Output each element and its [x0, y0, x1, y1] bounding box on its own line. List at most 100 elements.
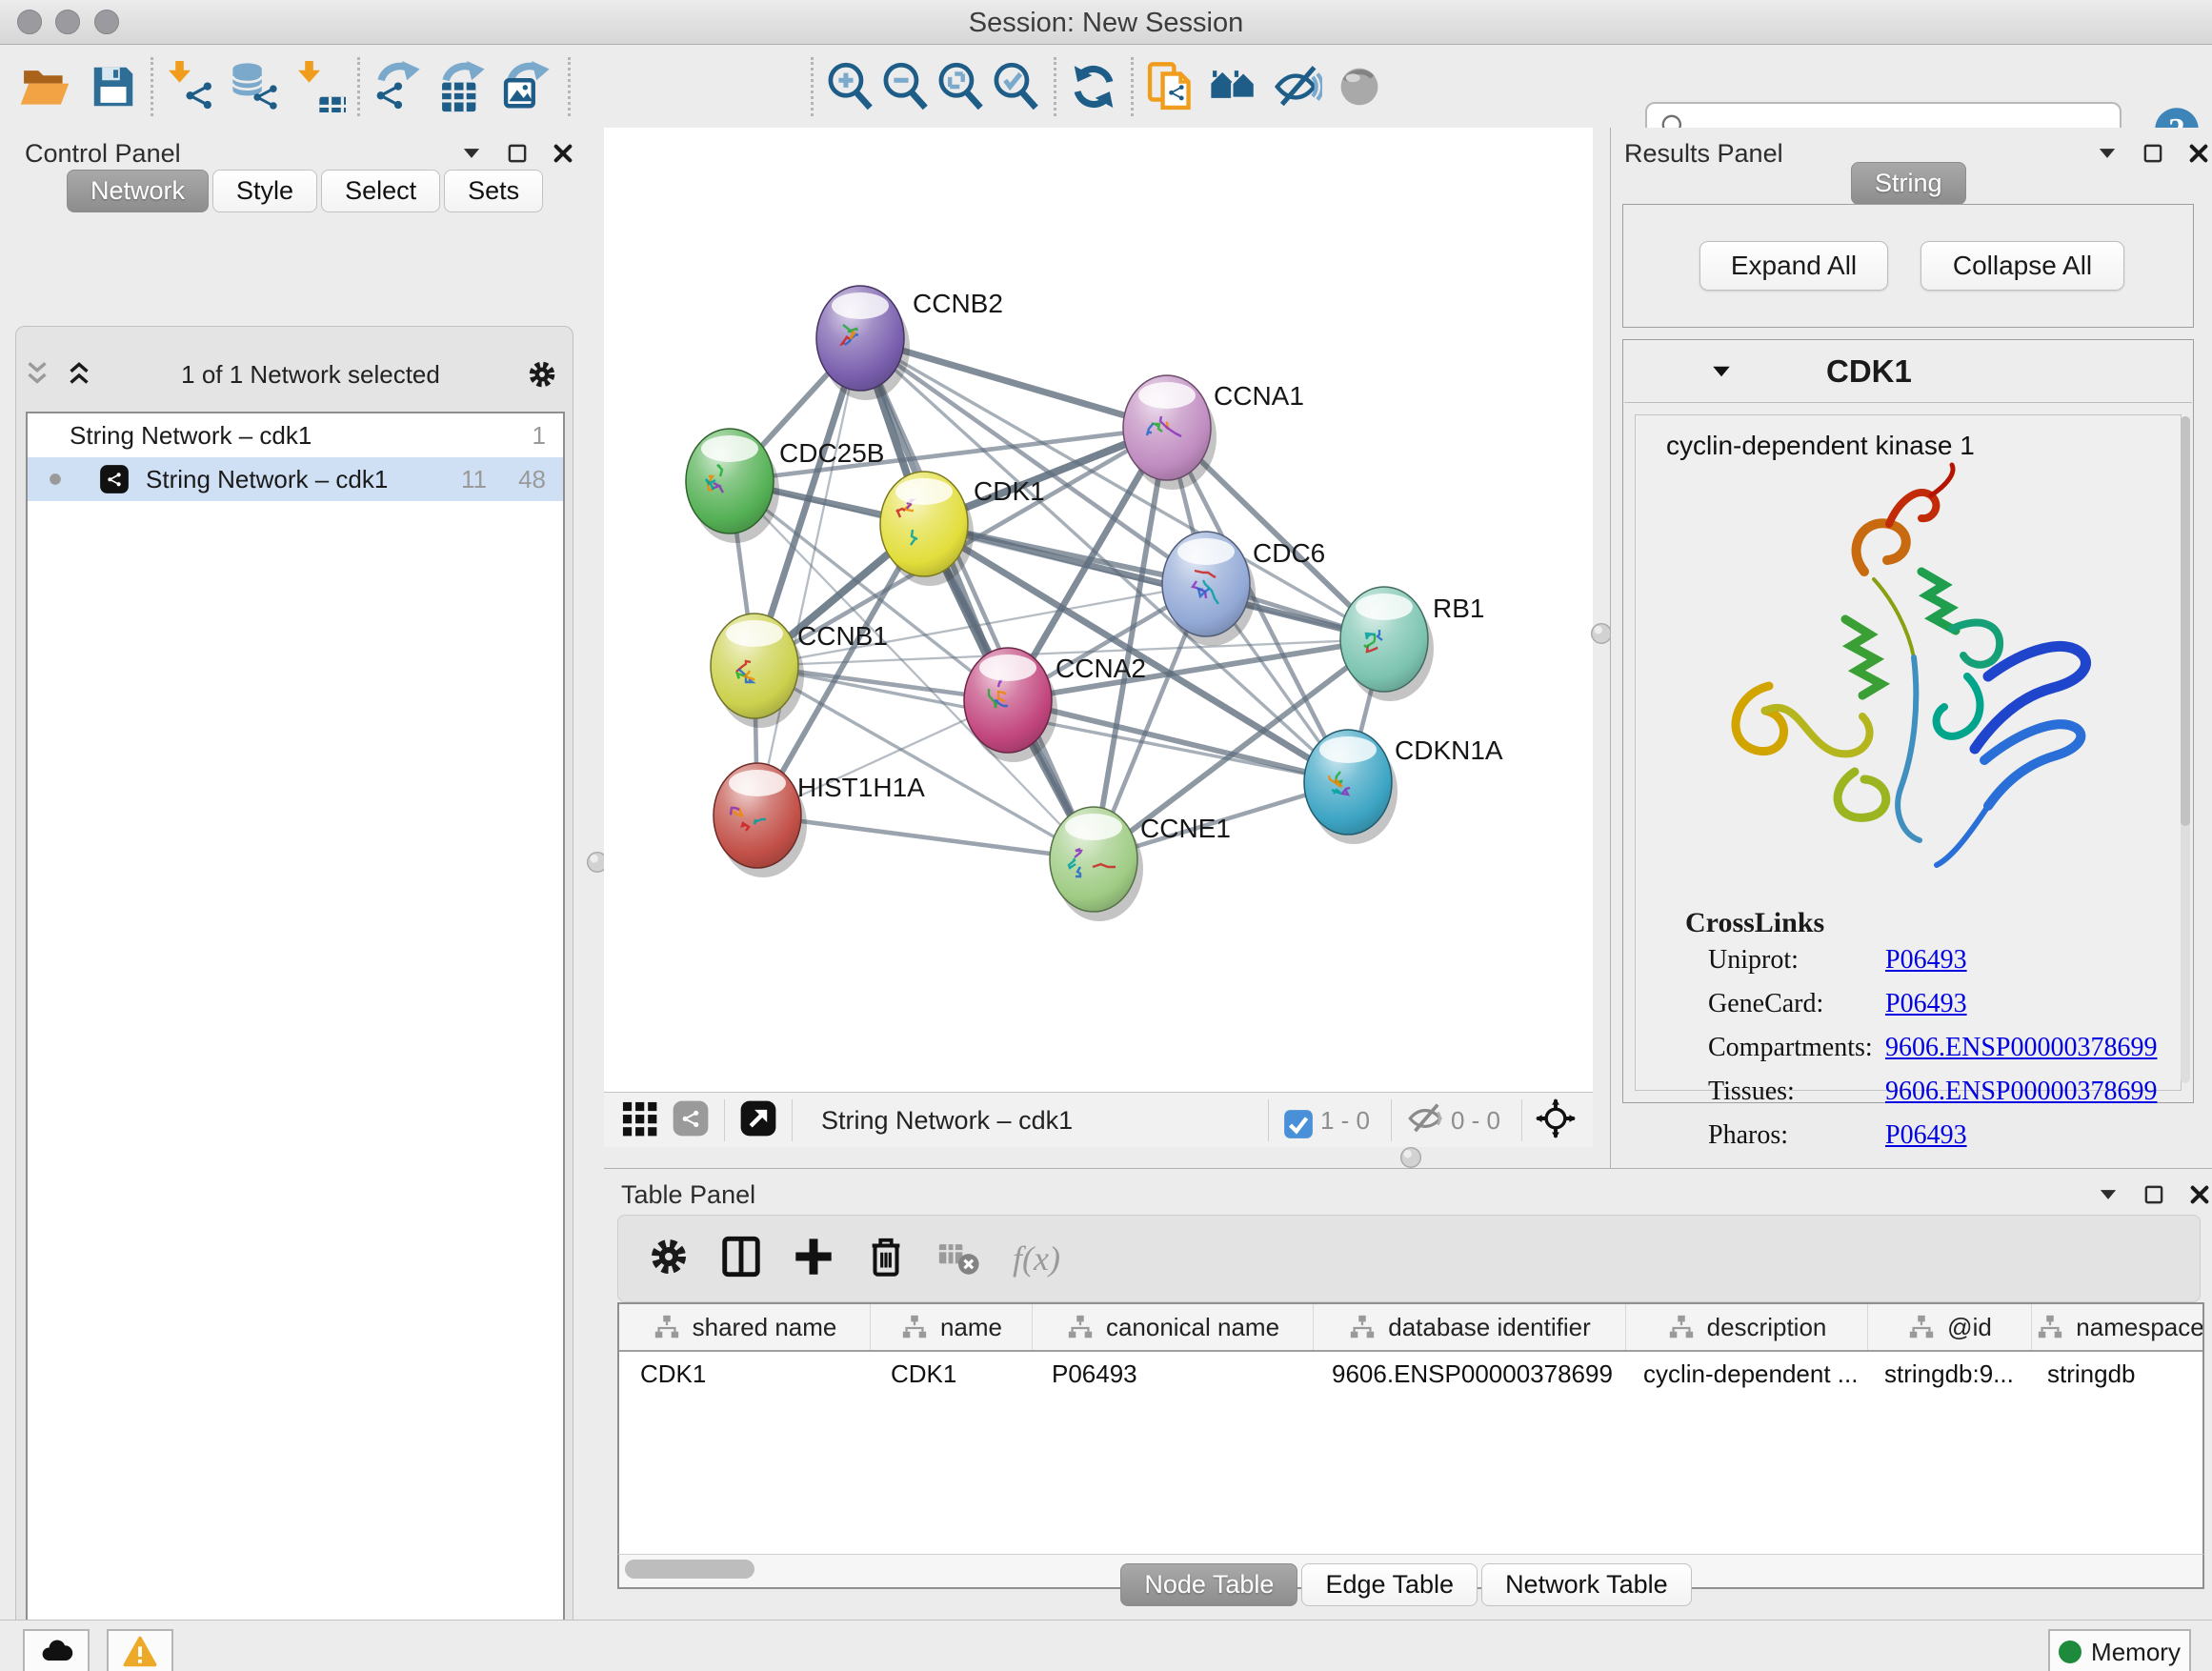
open-session-icon[interactable] [17, 59, 72, 114]
tab-select[interactable]: Select [321, 170, 440, 212]
column-header-namespace[interactable]: namespace [2032, 1304, 2204, 1350]
panel-menu-icon[interactable] [2096, 1182, 2121, 1207]
table-row[interactable]: CDK1CDK1P064939606.ENSP00000378699cyclin… [619, 1352, 2202, 1396]
crosslink-link[interactable]: P06493 [1885, 989, 1967, 1018]
network-node-rb1[interactable]: RB1 [1340, 587, 1484, 701]
import-network-icon[interactable] [163, 59, 218, 114]
crosslink-row: Uniprot:P06493 [1708, 945, 1967, 976]
table-options-gear-icon[interactable] [647, 1235, 691, 1283]
network-node-hist1h1a[interactable]: HIST1H1A [714, 763, 925, 877]
grid-view-icon[interactable] [619, 1098, 659, 1143]
hide-selected-icon[interactable] [1269, 59, 1324, 114]
table-panel: Table Panel f(x) shared namenamecanonica… [604, 1168, 2212, 1621]
network-node-cdkn1a[interactable]: CDKN1A [1304, 730, 1503, 844]
cloud-status-button[interactable] [23, 1629, 90, 1671]
close-panel-icon[interactable] [2186, 141, 2211, 166]
crosslink-link[interactable]: P06493 [1885, 945, 1967, 975]
apply-layout-icon[interactable] [1066, 59, 1121, 114]
column-header-name[interactable]: name [871, 1304, 1033, 1350]
export-network-icon[interactable] [370, 59, 425, 114]
collection-count: 1 [533, 421, 546, 451]
table-cell[interactable]: stringdb:9... [1863, 1359, 2026, 1389]
table-cell[interactable]: CDK1 [619, 1359, 870, 1389]
zoom-out-icon[interactable] [878, 59, 934, 114]
tab-sets[interactable]: Sets [444, 170, 543, 212]
column-header-database-identifier[interactable]: database identifier [1314, 1304, 1626, 1350]
add-column-icon[interactable] [792, 1235, 835, 1283]
panel-menu-icon[interactable] [2095, 141, 2120, 166]
column-header-description[interactable]: description [1626, 1304, 1868, 1350]
warnings-button[interactable] [107, 1629, 173, 1671]
close-panel-icon[interactable] [2187, 1182, 2212, 1207]
float-panel-icon[interactable] [2141, 141, 2165, 166]
network-node-cdc6[interactable]: CDC6 [1162, 532, 1325, 646]
right-splitter[interactable] [1593, 128, 1610, 1168]
crosslink-row: Tissues:9606.ENSP00000378699 [1708, 1077, 2157, 1107]
collapse-all-button[interactable]: Collapse All [1920, 241, 2124, 291]
table-cell[interactable]: stringdb [2026, 1359, 2202, 1389]
column-header-shared-name[interactable]: shared name [619, 1304, 871, 1350]
float-panel-icon[interactable] [505, 141, 530, 166]
table-cell[interactable]: P06493 [1031, 1359, 1311, 1389]
crosslink-link[interactable]: 9606.ENSP00000378699 [1885, 1033, 2157, 1062]
toolbar-separator [811, 57, 814, 116]
network-options-gear-icon[interactable] [526, 358, 558, 391]
tab-string[interactable]: String [1851, 162, 1966, 205]
table-cell[interactable]: CDK1 [870, 1359, 1031, 1389]
results-scrollbar-thumb[interactable] [2181, 416, 2190, 826]
zoom-in-icon[interactable] [823, 59, 878, 114]
show-columns-icon[interactable] [719, 1235, 763, 1283]
export-table-icon[interactable] [434, 59, 490, 114]
network-row-selected[interactable]: String Network – cdk1 11 48 [28, 457, 563, 501]
import-network-from-database-icon[interactable] [228, 59, 283, 114]
collapse-all-networks-icon[interactable] [21, 358, 53, 391]
crosslink-link[interactable]: P06493 [1885, 1120, 1967, 1150]
network-collection-row[interactable]: String Network – cdk1 1 [28, 413, 563, 457]
network-node-ccne1[interactable]: CCNE1 [1050, 807, 1231, 921]
float-panel-icon[interactable] [2142, 1182, 2166, 1207]
memory-button[interactable]: Memory [2048, 1629, 2191, 1671]
first-neighbors-icon[interactable] [1206, 59, 1261, 114]
network-badge-icon[interactable] [671, 1098, 711, 1143]
hidden-counts: 0 - 0 [1451, 1106, 1500, 1136]
network-list-header: 1 of 1 Network selected [21, 352, 564, 396]
expand-all-button[interactable]: Expand All [1699, 241, 1888, 291]
export-image-icon[interactable] [499, 59, 554, 114]
table-cell[interactable]: cyclin-dependent ... [1622, 1359, 1863, 1389]
node-section-title: CDK1 [1826, 353, 1912, 390]
hidden-eye-icon[interactable] [1405, 1098, 1445, 1143]
birdseye-navigator-icon[interactable] [1536, 1098, 1576, 1143]
network-graph[interactable]: CCNB2CCNA1CDC25BCDK1CDC6RB1CCNB1CCNA2CDK… [604, 128, 1593, 1092]
column-header--id[interactable]: @id [1868, 1304, 2032, 1350]
expand-all-networks-icon[interactable] [63, 358, 95, 391]
zoom-selected-icon[interactable] [989, 59, 1044, 114]
tab-style[interactable]: Style [212, 170, 317, 212]
tab-edge-table[interactable]: Edge Table [1301, 1563, 1478, 1606]
crosslink-link[interactable]: 9606.ENSP00000378699 [1885, 1077, 2157, 1106]
tab-network[interactable]: Network [67, 170, 209, 212]
collapse-section-icon[interactable] [1624, 358, 1735, 385]
detach-view-icon[interactable] [738, 1098, 778, 1143]
tab-network-table[interactable]: Network Table [1481, 1563, 1692, 1606]
network-edge[interactable] [757, 338, 860, 815]
close-panel-icon[interactable] [551, 141, 575, 166]
collection-label: String Network – cdk1 [70, 421, 312, 451]
column-header-canonical-name[interactable]: canonical name [1033, 1304, 1314, 1350]
node-label: CDK1 [974, 476, 1045, 506]
node-section-header[interactable]: CDK1 [1624, 341, 2192, 403]
network-canvas[interactable]: CCNB2CCNA1CDC25BCDK1CDC6RB1CCNB1CCNA2CDK… [604, 128, 1593, 1092]
clone-network-icon[interactable] [1143, 59, 1198, 114]
network-node-ccnb1[interactable]: CCNB1 [711, 614, 888, 728]
tab-node-table[interactable]: Node Table [1120, 1563, 1297, 1606]
save-session-icon[interactable] [86, 59, 141, 114]
import-table-icon[interactable] [292, 59, 348, 114]
node-label: CCNB2 [913, 289, 1003, 318]
selected-checkbox-icon[interactable] [1282, 1104, 1315, 1137]
panel-menu-icon[interactable] [459, 141, 484, 166]
network-edge[interactable] [757, 815, 1094, 859]
zoom-fit-content-icon[interactable] [934, 59, 989, 114]
column-header-label: canonical name [1106, 1313, 1279, 1342]
left-splitter[interactable] [592, 128, 604, 1620]
delete-column-icon[interactable] [864, 1235, 908, 1283]
table-cell[interactable]: 9606.ENSP00000378699 [1311, 1359, 1622, 1389]
